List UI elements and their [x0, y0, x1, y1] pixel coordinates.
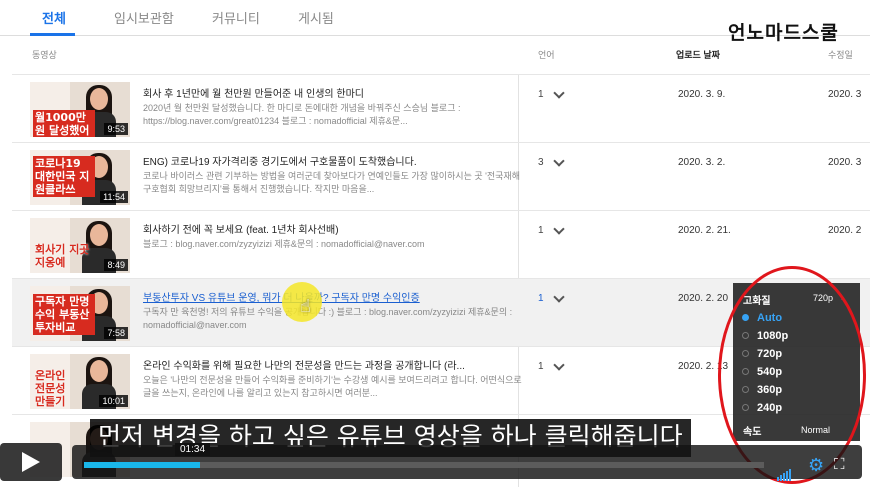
play-button[interactable]	[0, 443, 62, 481]
chevron-down-icon[interactable]	[553, 359, 565, 371]
upload-date: 2020. 2. 21.	[678, 225, 731, 236]
hand-cursor-icon: ☝	[300, 296, 311, 316]
video-duration: 7:58	[104, 327, 128, 339]
video-duration: 10:01	[99, 395, 128, 407]
tab-community[interactable]: 커뮤니티	[212, 8, 260, 27]
language-count: 1	[538, 89, 544, 100]
player-controls: 01:34 ⚙ ⛶	[0, 443, 870, 487]
chevron-down-icon[interactable]	[553, 87, 565, 99]
table-row[interactable]: 코로나19 대한민국 지원클라쓰 11:54 ENG) 코로나19 자가격리중 …	[12, 142, 870, 210]
video-title[interactable]: 온라인 수익화를 위해 필요한 나만의 전문성을 만드는 과정을 공개합니다 (…	[143, 357, 523, 372]
video-thumbnail[interactable]: 월1000만원 달성했어요 9:53	[30, 82, 130, 137]
video-thumbnail[interactable]: 코로나19 대한민국 지원클라쓰 11:54	[30, 150, 130, 205]
column-modified[interactable]: 수정일	[828, 48, 853, 61]
thumbnail-caption: 구독자 만명수익 부동산투자비교	[33, 294, 95, 335]
thumbnail-caption: 온라인 전문성 만들기	[35, 369, 66, 408]
video-thumbnail[interactable]: 회사기 지곳지옹예 8:49	[30, 218, 130, 273]
video-duration: 11:54	[100, 191, 128, 203]
thumbnail-caption: 코로나19 대한민국 지원클라쓰	[33, 156, 95, 197]
language-count: 3	[538, 157, 544, 168]
chevron-down-icon[interactable]	[553, 223, 565, 235]
video-title[interactable]: 회사하기 전에 꼭 보세요 (feat. 1년차 회사선배)	[143, 221, 523, 236]
tab-all[interactable]: 전체	[42, 8, 66, 27]
volume-icon[interactable]	[777, 463, 792, 481]
column-language[interactable]: 언어	[538, 48, 555, 61]
video-description: 오늘은 '나만의 전문성을 만들어 수익화를 준비하기'는 수강생 예시를 보여…	[143, 375, 522, 398]
language-count: 1	[538, 361, 544, 372]
active-tab-indicator	[30, 33, 75, 36]
column-video[interactable]: 동영상	[32, 48, 57, 61]
upload-date: 2020. 3. 9.	[678, 89, 726, 100]
table-row[interactable]: 월1000만원 달성했어요 9:53 회사 후 1년만에 월 천만원 만들어준 …	[12, 74, 870, 142]
video-description: 구독자 만 육천명! 저의 유튜브 수익을 공개합니다 :) 블로그 : blo…	[143, 307, 513, 330]
current-time: 01:34	[175, 443, 211, 456]
video-description: 블로그 : blog.naver.com/zyzyizizi 제휴&문의 : n…	[143, 239, 425, 249]
fullscreen-icon[interactable]: ⛶	[834, 456, 845, 473]
channel-watermark: 언노마드스쿨	[728, 22, 839, 44]
progress-track[interactable]	[84, 462, 764, 468]
chevron-down-icon[interactable]	[553, 291, 565, 303]
play-icon	[22, 452, 40, 472]
thumbnail-caption: 월1000만원 달성했어요	[33, 110, 95, 137]
video-description: 코로나 바이러스 관련 기부하는 방법을 여러군데 찾아보다가 연예인들도 가장…	[143, 171, 520, 194]
language-count: 1	[538, 225, 544, 236]
video-thumbnail[interactable]: 구독자 만명수익 부동산투자비교 7:58	[30, 286, 130, 341]
gear-icon[interactable]: ⚙	[808, 455, 824, 476]
video-description: 2020년 월 천만원 달성했습니다. 한 마디로 돈에대한 개념을 바꿔주신 …	[143, 103, 461, 126]
video-title[interactable]: 회사 후 1년만에 월 천만원 만들어준 내 인생의 한마디	[143, 85, 523, 100]
video-duration: 8:49	[104, 259, 128, 271]
thumbnail-caption: 회사기 지곳지옹예	[35, 243, 90, 269]
column-upload-date[interactable]: 업로드 날짜	[676, 48, 720, 61]
video-duration: 9:53	[104, 123, 128, 135]
modified-date: 2020. 3	[828, 157, 862, 168]
tab-drafts[interactable]: 임시보관함	[114, 8, 174, 27]
modified-date: 2020. 3	[828, 89, 862, 100]
language-count: 1	[538, 293, 544, 304]
video-title-link[interactable]: 부동산투자 VS 유튜브 운영, 뭐가 더 나을까? 구독자 만명 수익인증	[143, 289, 523, 304]
table-row[interactable]: 회사기 지곳지옹예 8:49 회사하기 전에 꼭 보세요 (feat. 1년차 …	[12, 210, 870, 278]
chevron-down-icon[interactable]	[553, 155, 565, 167]
upload-date: 2020. 3. 2.	[678, 157, 726, 168]
tab-published[interactable]: 게시됨	[298, 8, 334, 27]
video-thumbnail[interactable]: 온라인 전문성 만들기 10:01	[30, 354, 130, 409]
video-title[interactable]: ENG) 코로나19 자가격리중 경기도에서 구호물품이 도착했습니다.	[143, 153, 523, 168]
modified-date: 2020. 2	[828, 225, 862, 236]
progress-fill	[84, 462, 200, 468]
upload-date: 2020. 2. 20	[678, 293, 729, 304]
